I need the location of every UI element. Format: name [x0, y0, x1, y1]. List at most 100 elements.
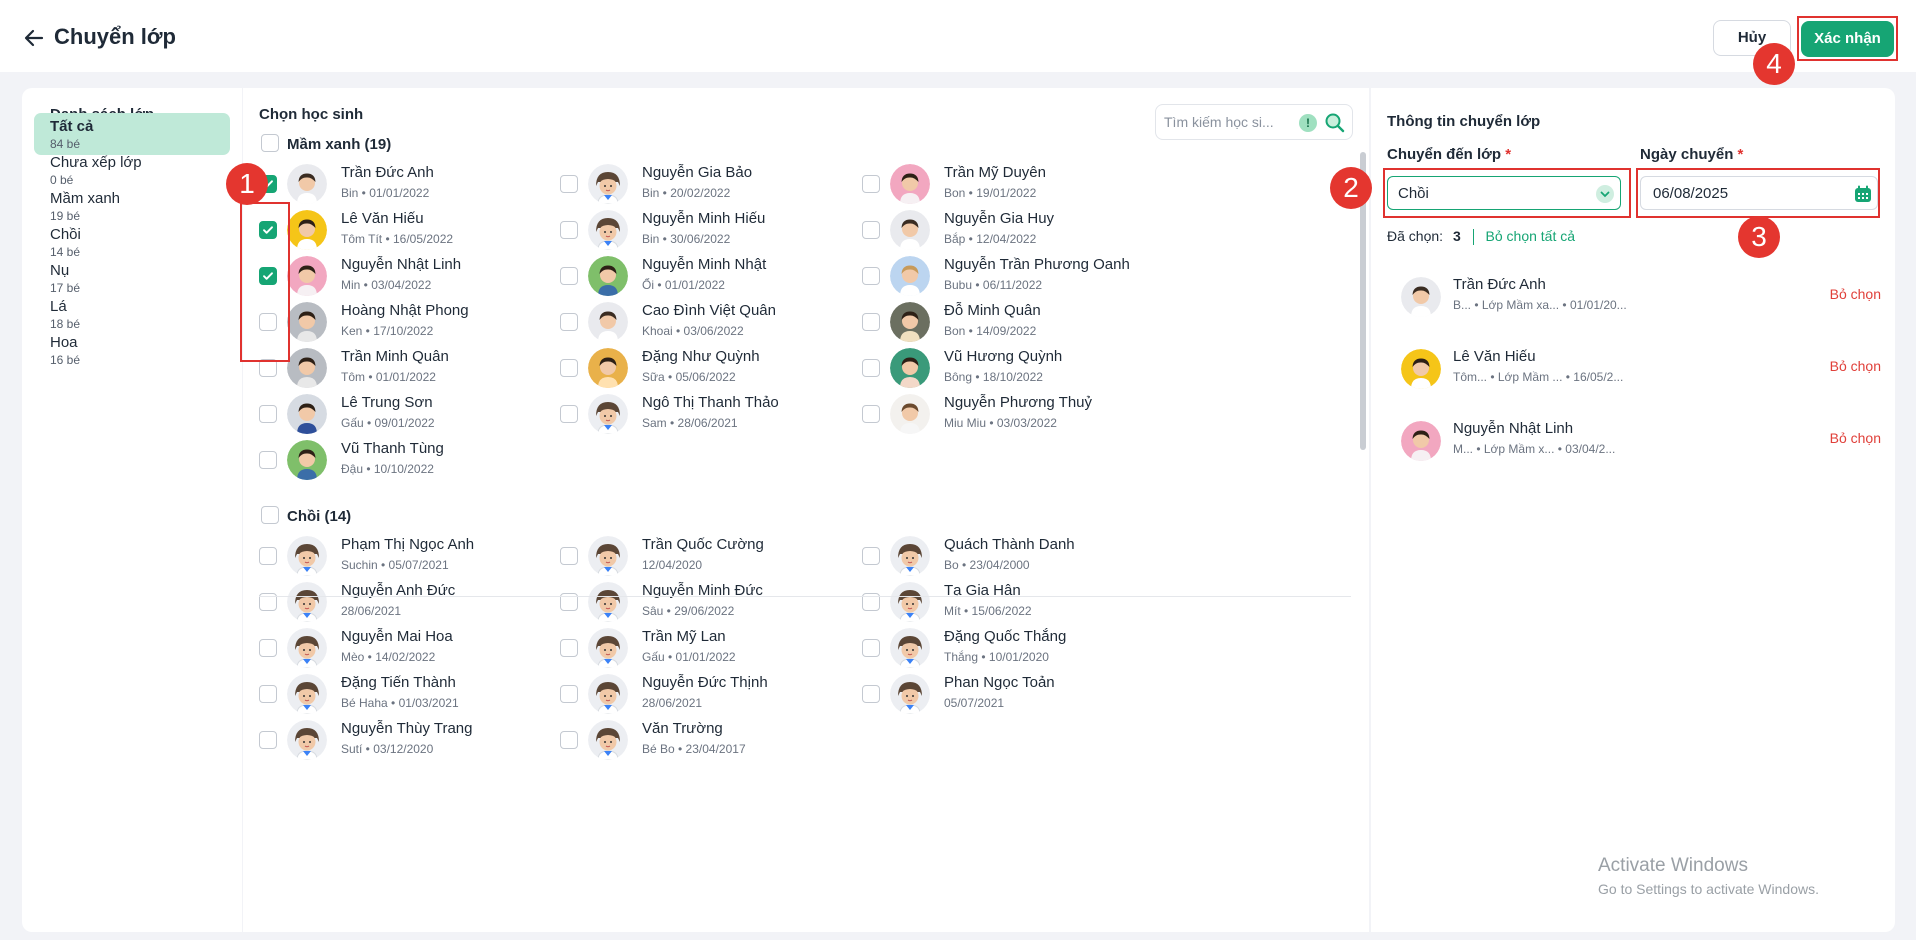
student-checkbox[interactable] — [560, 639, 578, 657]
student-name: Đỗ Minh Quân — [944, 302, 1041, 319]
student-checkbox[interactable] — [259, 405, 277, 423]
student-checkbox[interactable] — [862, 267, 880, 285]
transfer-date-value: 06/08/2025 — [1653, 185, 1729, 202]
student-checkbox[interactable] — [862, 405, 880, 423]
student-checkbox[interactable] — [259, 547, 277, 565]
transfer-info-heading: Thông tin chuyển lớp — [1387, 113, 1541, 130]
student-checkbox[interactable] — [259, 639, 277, 657]
student-checkbox[interactable] — [259, 451, 277, 469]
transfer-date-input[interactable]: 06/08/2025 — [1640, 176, 1878, 210]
student-name: Trần Đức Anh — [341, 164, 434, 181]
student-checkbox[interactable] — [259, 731, 277, 749]
selected-student-item: Nguyễn Nhật Linh M... • Lớp Mầm x... • 03… — [1401, 418, 1881, 464]
student-checkbox[interactable] — [560, 175, 578, 193]
selected-student-name: Lê Văn Hiếu — [1453, 348, 1536, 365]
avatar — [287, 348, 327, 388]
student-name: Phạm Thị Ngọc Anh — [341, 536, 475, 553]
avatar — [588, 674, 628, 714]
student-item[interactable]: Tạ Gia Hân Mít • 15/06/2022 — [862, 580, 1222, 626]
student-checkbox[interactable] — [259, 359, 277, 377]
student-meta: Tôm Tít • 16/05/2022 — [341, 232, 454, 246]
student-checkbox[interactable] — [560, 313, 578, 331]
student-item[interactable]: Đặng Quốc Thắng Thắng • 10/01/2020 — [862, 626, 1222, 672]
avatar — [588, 210, 628, 250]
calendar-icon[interactable] — [1853, 184, 1873, 204]
avatar — [588, 394, 628, 434]
to-class-value: Chồi — [1398, 185, 1429, 202]
to-class-label: Chuyển đến lớp * — [1387, 146, 1512, 163]
avatar — [890, 164, 930, 204]
avatar — [287, 440, 327, 480]
student-meta: Ken • 17/10/2022 — [341, 324, 434, 338]
student-name: Nguyễn Mai Hoa — [341, 628, 453, 645]
student-meta: Sữa • 05/06/2022 — [642, 370, 736, 384]
student-checkbox[interactable] — [259, 685, 277, 703]
student-checkbox[interactable] — [259, 267, 277, 285]
avatar — [287, 256, 327, 296]
student-item[interactable]: Phan Ngọc Toản 05/07/2021 — [862, 672, 1222, 718]
student-checkbox[interactable] — [862, 221, 880, 239]
student-checkbox[interactable] — [560, 359, 578, 377]
student-checkbox[interactable] — [862, 639, 880, 657]
student-meta: Ổi • 01/01/2022 — [642, 278, 725, 292]
student-checkbox[interactable] — [560, 405, 578, 423]
student-search-input[interactable] — [1164, 114, 1294, 130]
to-class-select[interactable]: Chồi — [1387, 176, 1621, 210]
student-item[interactable]: Quách Thành Danh Bo • 23/04/2000 — [862, 534, 1222, 580]
annotation-number-1: 1 — [226, 163, 268, 205]
group-divider — [259, 596, 1351, 597]
search-icon[interactable] — [1324, 112, 1346, 134]
student-checkbox[interactable] — [862, 359, 880, 377]
student-checkbox[interactable] — [560, 221, 578, 239]
student-search: ! — [1155, 104, 1353, 140]
class-item-hoa[interactable]: Hoa 16 bé — [34, 329, 230, 371]
student-checkbox[interactable] — [259, 221, 277, 239]
student-meta: Tôm • 01/01/2022 — [341, 370, 436, 384]
group-checkbox[interactable] — [261, 134, 279, 152]
confirm-button[interactable]: Xác nhận — [1801, 21, 1894, 57]
selected-count: 3 — [1452, 228, 1461, 244]
class-name: Lá — [50, 298, 67, 315]
selected-label: Đã chọn: — [1387, 228, 1444, 244]
student-checkbox[interactable] — [560, 547, 578, 565]
student-meta: Bon • 14/09/2022 — [944, 324, 1037, 338]
avatar — [287, 164, 327, 204]
student-item[interactable]: Vũ Thanh Tùng Đậu • 10/10/2022 — [259, 438, 619, 484]
student-item[interactable]: Vũ Hương Quỳnh Bông • 18/10/2022 — [862, 346, 1222, 392]
back-arrow-icon[interactable] — [22, 26, 46, 50]
top-bar: Chuyển lớp Hủy Xác nhận — [0, 0, 1916, 72]
student-checkbox[interactable] — [862, 685, 880, 703]
student-item[interactable]: Đỗ Minh Quân Bon • 14/09/2022 — [862, 300, 1222, 346]
student-checkbox[interactable] — [862, 313, 880, 331]
student-item[interactable]: Văn Trường Bé Bo • 23/04/2017 — [560, 718, 920, 764]
student-checkbox[interactable] — [560, 267, 578, 285]
student-name: Nguyễn Gia Bảo — [642, 164, 753, 181]
student-name: Nguyễn Gia Huy — [944, 210, 1055, 227]
selected-student-meta: M... • Lớp Mầm x... • 03/04/2... — [1453, 442, 1616, 456]
student-meta: Sutí • 03/12/2020 — [341, 742, 434, 756]
selected-student-meta: B... • Lớp Mầm xa... • 01/01/20... — [1453, 298, 1627, 312]
unselect-button[interactable]: Bỏ chọn — [1830, 430, 1881, 446]
avatar — [287, 628, 327, 668]
avatar — [287, 210, 327, 250]
student-checkbox[interactable] — [560, 731, 578, 749]
student-checkbox[interactable] — [862, 547, 880, 565]
student-checkbox[interactable] — [259, 313, 277, 331]
unselect-button[interactable]: Bỏ chọn — [1830, 358, 1881, 374]
student-meta: Mít • 15/06/2022 — [944, 604, 1032, 618]
avatar — [588, 164, 628, 204]
student-item[interactable]: Nguyễn Gia Huy Bắp • 12/04/2022 — [862, 208, 1222, 254]
unselect-button[interactable]: Bỏ chọn — [1830, 286, 1881, 302]
unselect-all-link[interactable]: Bỏ chọn tất cả — [1486, 228, 1576, 244]
student-item[interactable]: Trần Mỹ Duyên Bon • 19/01/2022 — [862, 162, 1222, 208]
avatar — [588, 302, 628, 342]
student-item[interactable]: Nguyễn Trần Phương Oanh Bubu • 06/11/2022 — [862, 254, 1222, 300]
student-meta: 28/06/2021 — [642, 696, 703, 710]
group-checkbox[interactable] — [261, 506, 279, 524]
student-name: Nguyễn Thùy Trang — [341, 720, 473, 737]
student-item[interactable]: Nguyễn Phương Thuỷ Miu Miu • 03/03/2022 — [862, 392, 1222, 438]
student-checkbox[interactable] — [862, 175, 880, 193]
group-title: Mầm xanh (19) — [287, 136, 392, 153]
student-checkbox[interactable] — [560, 685, 578, 703]
student-name: Vũ Hương Quỳnh — [944, 348, 1063, 365]
